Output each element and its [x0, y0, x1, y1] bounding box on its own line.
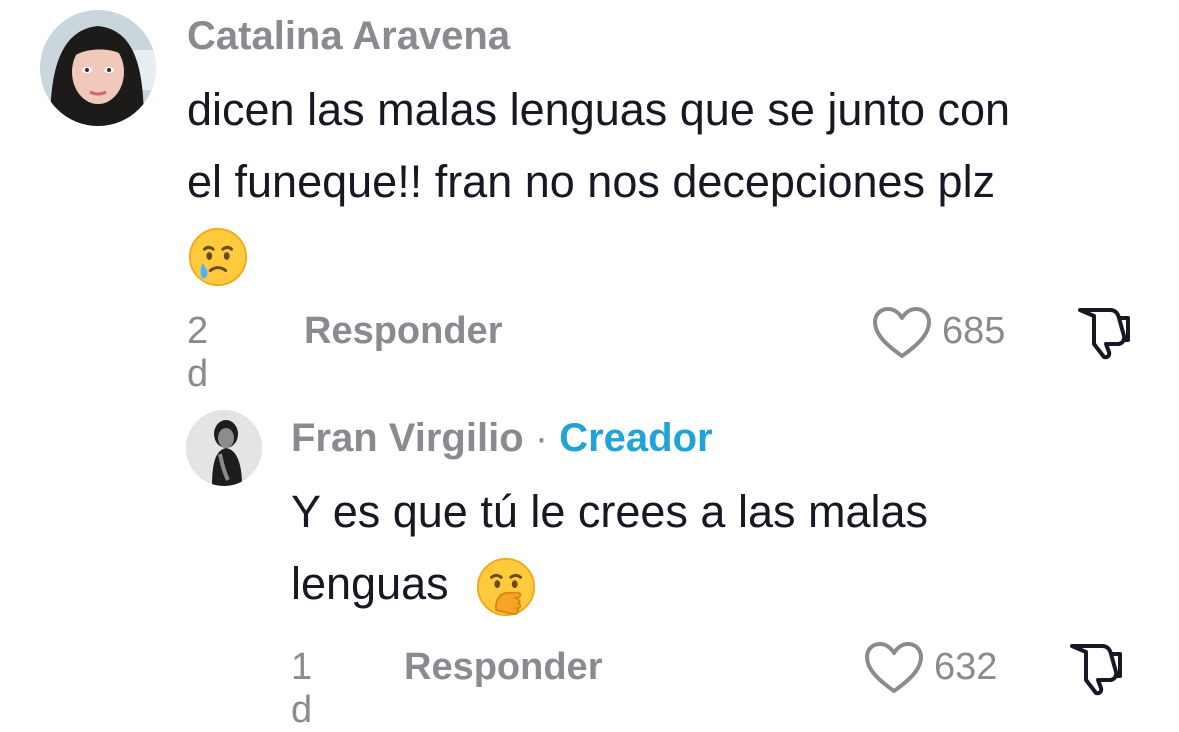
reply-username[interactable]: Fran Virgilio: [291, 416, 524, 460]
user-avatar-icon: [40, 10, 156, 126]
heart-icon[interactable]: [864, 641, 924, 695]
face-with-hand-over-mouth-emoji: [477, 558, 536, 617]
comment-timestamp: 2 d: [187, 310, 209, 395]
reply-timestamp: 1 d: [291, 646, 313, 731]
face-holding-back-tears-emoji: [188, 228, 248, 287]
heart-icon[interactable]: [872, 306, 932, 360]
reply-button[interactable]: Responder: [404, 646, 602, 689]
comment-emoji-line: [187, 218, 1167, 290]
comment-text-line: dicen las malas lenguas que se junto con: [187, 84, 1011, 135]
separator-dot: ·: [534, 416, 549, 460]
like-count: 632: [934, 646, 998, 688]
comment-text-line: el funeque!! fran no nos decepciones plz: [187, 156, 996, 207]
avatar[interactable]: [40, 10, 156, 126]
reply-text: Y es que tú le crees a las malas lenguas: [291, 476, 1151, 620]
comment-text: dicen las malas lenguas que se junto con…: [187, 74, 1167, 290]
reply-button[interactable]: Responder: [304, 310, 502, 353]
creator-badge: Creador: [559, 416, 713, 460]
thumbs-down-icon[interactable]: [1064, 638, 1124, 696]
like-count: 685: [942, 310, 1006, 352]
reply-avatar[interactable]: [186, 410, 262, 486]
reply-username-row: Fran Virgilio · Creador: [291, 416, 713, 461]
comment-username[interactable]: Catalina Aravena: [187, 14, 510, 59]
reply-text-line: Y es que tú le crees a las malas: [291, 486, 929, 537]
reply-text-word: lenguas: [291, 558, 449, 609]
reply-text-line-2: lenguas: [291, 548, 1151, 620]
user-avatar-icon: [186, 410, 262, 486]
thumbs-down-icon[interactable]: [1072, 302, 1132, 360]
